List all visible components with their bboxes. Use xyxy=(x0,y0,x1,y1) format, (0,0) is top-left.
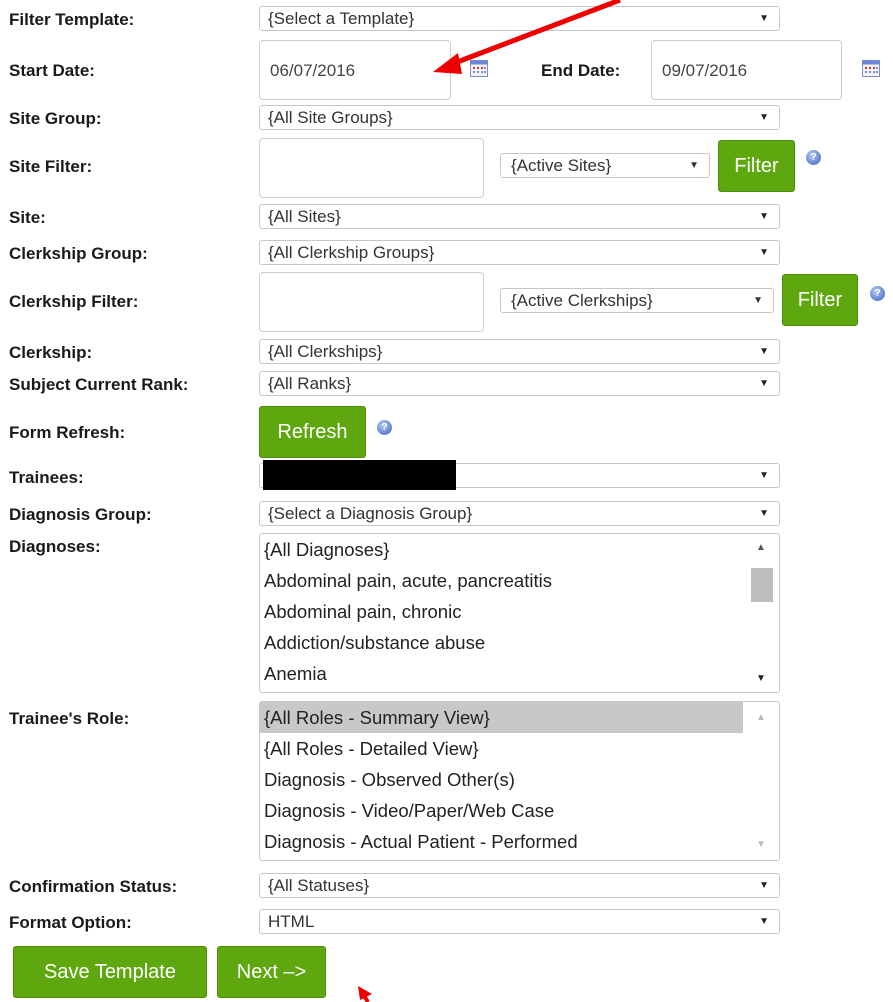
trainees-label: Trainees: xyxy=(9,468,84,487)
site-select[interactable]: {All Sites} ▼ xyxy=(259,204,780,229)
chevron-down-icon: ▼ xyxy=(759,470,769,481)
scrollbar-thumb[interactable] xyxy=(751,568,773,602)
list-item[interactable]: Anemia xyxy=(260,658,779,689)
diagnoses-listbox[interactable]: {All Diagnoses} Abdominal pain, acute, p… xyxy=(259,533,780,693)
list-item[interactable]: {All Diagnoses} xyxy=(260,534,779,565)
clerkship-filter-label: Clerkship Filter: xyxy=(9,292,139,311)
start-date-label: Start Date: xyxy=(9,61,95,80)
scroll-down-icon[interactable]: ▼ xyxy=(756,673,766,684)
clerkship-group-select[interactable]: {All Clerkship Groups} ▼ xyxy=(259,240,780,265)
scroll-up-icon[interactable]: ▲ xyxy=(756,542,766,553)
end-date-input[interactable]: 09/07/2016 xyxy=(651,40,842,100)
clerkship-status-select[interactable]: {Active Clerkships} ▼ xyxy=(500,288,774,313)
list-item[interactable]: {All Roles - Detailed View} xyxy=(260,733,779,764)
filter-template-select[interactable]: {Select a Template} ▼ xyxy=(259,6,780,31)
clerkship-select[interactable]: {All Clerkships} ▼ xyxy=(259,339,780,364)
diagnosis-group-label: Diagnosis Group: xyxy=(9,505,152,524)
chevron-down-icon: ▼ xyxy=(759,916,769,927)
diagnoses-label: Diagnoses: xyxy=(9,537,101,556)
site-filter-label: Site Filter: xyxy=(9,157,93,176)
help-icon[interactable]: ? xyxy=(870,286,885,301)
list-item[interactable]: Abdominal pain, chronic xyxy=(260,596,779,627)
chevron-down-icon: ▼ xyxy=(759,378,769,389)
scroll-down-icon[interactable]: ▼ xyxy=(756,839,766,850)
chevron-down-icon: ▼ xyxy=(759,880,769,891)
site-status-select[interactable]: {Active Sites} ▼ xyxy=(500,153,710,178)
list-item[interactable]: Diagnosis - Observed Other(s) xyxy=(260,764,779,795)
chevron-down-icon: ▼ xyxy=(759,13,769,24)
clerkship-filter-input[interactable] xyxy=(259,272,484,332)
chevron-down-icon: ▼ xyxy=(759,112,769,123)
list-item-selected[interactable]: {All Roles - Summary View} xyxy=(260,702,743,733)
confirmation-status-select[interactable]: {All Statuses} ▼ xyxy=(259,873,780,898)
site-group-label: Site Group: xyxy=(9,109,102,128)
list-item[interactable]: Abdominal pain, acute, pancreatitis xyxy=(260,565,779,596)
subject-rank-label: Subject Current Rank: xyxy=(9,375,189,394)
next-button[interactable]: Next –> xyxy=(217,946,326,998)
calendar-icon[interactable] xyxy=(470,60,488,77)
clerkship-label: Clerkship: xyxy=(9,343,93,362)
scroll-up-icon[interactable]: ▲ xyxy=(756,712,766,723)
chevron-down-icon: ▼ xyxy=(759,346,769,357)
trainee-role-label: Trainee's Role: xyxy=(9,709,130,728)
end-date-label: End Date: xyxy=(541,61,621,80)
list-item[interactable]: Diagnosis - Actual Patient - Performed xyxy=(260,826,779,857)
save-template-button[interactable]: Save Template xyxy=(13,946,207,998)
site-filter-button[interactable]: Filter xyxy=(718,140,795,192)
clerkship-group-label: Clerkship Group: xyxy=(9,244,148,263)
list-item[interactable]: Addiction/substance abuse xyxy=(260,627,779,658)
format-option-label: Format Option: xyxy=(9,913,132,932)
red-arrow-icon xyxy=(358,986,372,1002)
list-item[interactable]: Diagnosis - Video/Paper/Web Case xyxy=(260,795,779,826)
trainee-role-listbox[interactable]: {All Roles - Summary View} {All Roles - … xyxy=(259,701,780,861)
scrollbar[interactable]: ▲ ▼ xyxy=(745,534,779,692)
diagnosis-group-select[interactable]: {Select a Diagnosis Group} ▼ xyxy=(259,501,780,526)
chevron-down-icon: ▼ xyxy=(753,295,763,306)
site-group-select[interactable]: {All Site Groups} ▼ xyxy=(259,105,780,130)
site-label: Site: xyxy=(9,208,46,227)
confirmation-status-label: Confirmation Status: xyxy=(9,877,178,896)
refresh-button[interactable]: Refresh xyxy=(259,406,366,458)
calendar-icon[interactable] xyxy=(862,60,880,77)
chevron-down-icon: ▼ xyxy=(689,160,699,171)
clerkship-filter-button[interactable]: Filter xyxy=(782,274,858,326)
chevron-down-icon: ▼ xyxy=(759,247,769,258)
help-icon[interactable]: ? xyxy=(806,150,821,165)
format-option-select[interactable]: HTML ▼ xyxy=(259,909,780,934)
site-filter-input[interactable] xyxy=(259,138,484,198)
filter-template-label: Filter Template: xyxy=(9,10,135,29)
chevron-down-icon: ▼ xyxy=(759,508,769,519)
chevron-down-icon: ▼ xyxy=(759,211,769,222)
subject-rank-select[interactable]: {All Ranks} ▼ xyxy=(259,371,780,396)
form-refresh-label: Form Refresh: xyxy=(9,423,126,442)
redaction-bar xyxy=(263,460,456,490)
help-icon[interactable]: ? xyxy=(377,420,392,435)
scrollbar[interactable]: ▲ ▼ xyxy=(745,702,779,860)
start-date-input[interactable]: 06/07/2016 xyxy=(259,40,451,100)
